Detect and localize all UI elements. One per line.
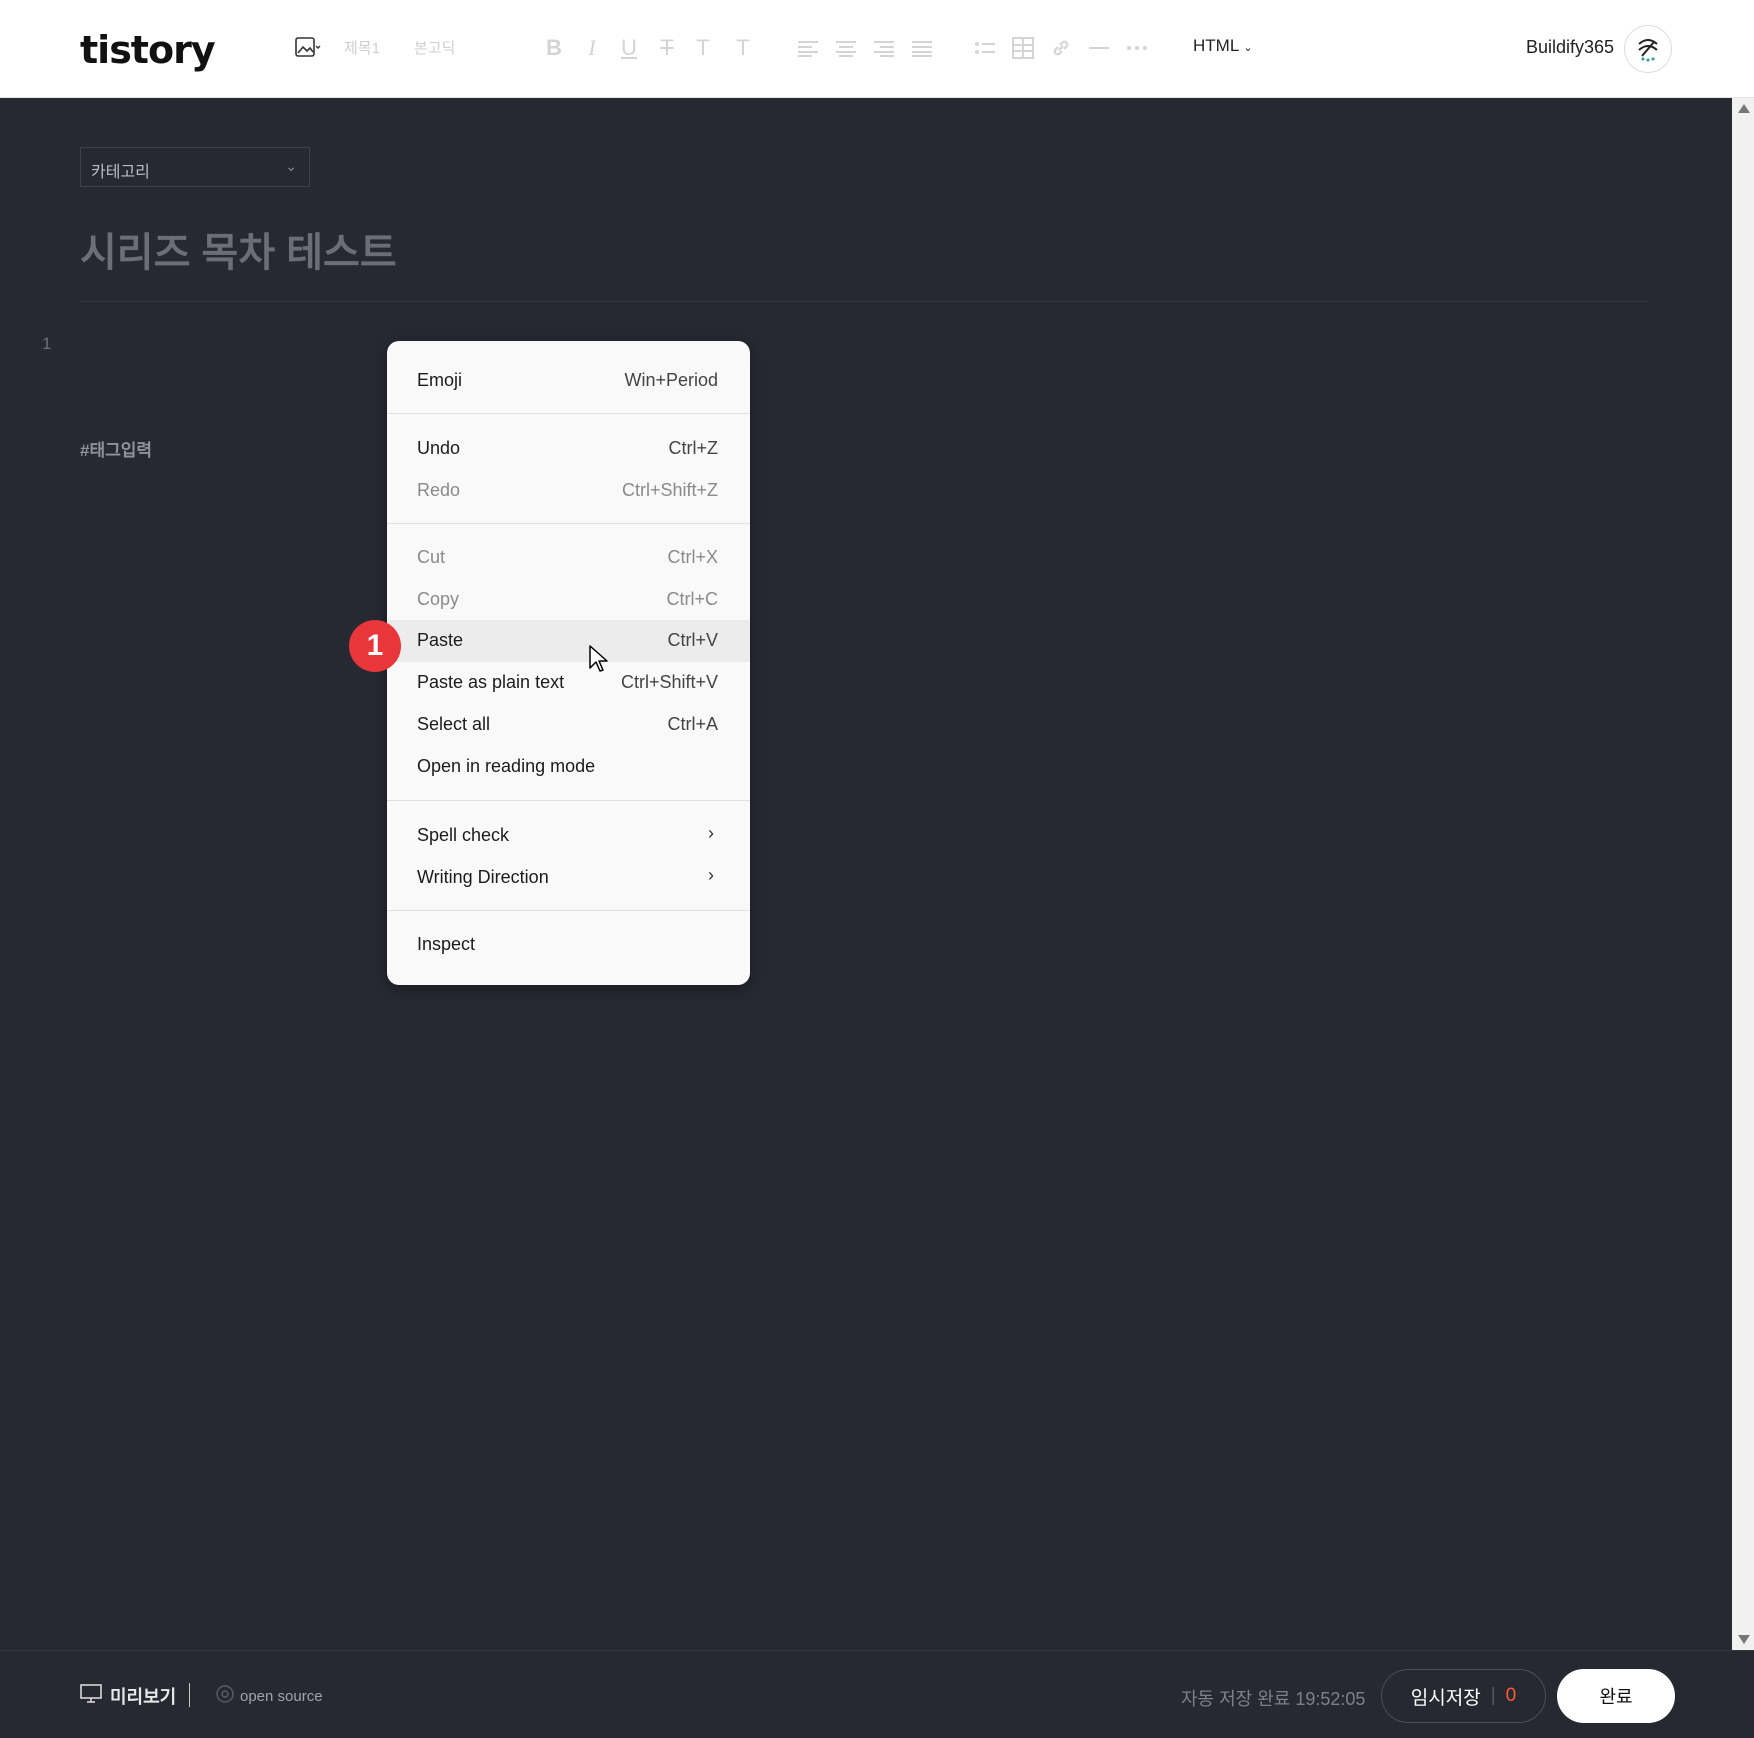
menu-item-shortcut: Ctrl+A	[667, 714, 718, 734]
step-badge: 1	[349, 620, 401, 672]
publish-button[interactable]: 완료	[1557, 1669, 1675, 1723]
menu-item-select-all[interactable]: Select all Ctrl+A	[387, 704, 750, 746]
menu-item-spell-check[interactable]: Spell check ›	[387, 815, 750, 857]
menu-item-writing-direction[interactable]: Writing Direction ›	[387, 857, 750, 899]
chevron-down-icon: ⌄	[1243, 42, 1253, 54]
chevron-right-icon: ›	[708, 823, 714, 843]
editor-mode-select[interactable]: HTML ⌄	[1193, 36, 1253, 56]
menu-item-inspect[interactable]: Inspect	[387, 924, 750, 966]
align-justify-icon[interactable]	[910, 36, 934, 60]
menu-separator	[387, 910, 750, 911]
menu-item-shortcut: Ctrl+Z	[668, 438, 719, 458]
menu-item-label: Spell check	[417, 825, 510, 845]
menu-separator	[387, 523, 750, 524]
menu-item-label: Inspect	[417, 934, 476, 954]
user-name[interactable]: Buildify365	[1526, 37, 1614, 58]
align-center-icon[interactable]	[834, 36, 858, 60]
align-left-icon[interactable]	[796, 36, 820, 60]
image-insert-icon[interactable]	[290, 36, 326, 60]
link-icon[interactable]	[1049, 36, 1073, 60]
menu-item-paste-plain[interactable]: Paste as plain text Ctrl+Shift+V	[387, 662, 750, 704]
open-source-label: open source	[240, 1687, 323, 1705]
category-label: 카테고리	[91, 164, 150, 181]
table-icon[interactable]	[1011, 36, 1035, 60]
menu-item-emoji[interactable]: Emoji Win+Period	[387, 360, 750, 402]
editor-mode-label: HTML	[1193, 36, 1239, 55]
line-number: 1	[42, 334, 52, 353]
underline-icon[interactable]: U	[618, 35, 640, 60]
draft-count: 0	[1505, 1685, 1517, 1706]
monitor-icon	[80, 1683, 102, 1709]
menu-item-label: Open in reading mode	[417, 756, 596, 776]
save-draft-label: 임시저장	[1410, 1687, 1481, 1709]
open-source-link[interactable]: open source	[216, 1685, 323, 1707]
menu-separator	[387, 800, 750, 801]
menu-item-label: Emoji	[417, 370, 463, 390]
menu-item-label: Redo	[417, 480, 461, 500]
more-icon[interactable]	[1125, 36, 1149, 60]
draft-separator: |	[1490, 1685, 1496, 1706]
text-color-icon[interactable]: T	[692, 35, 714, 60]
vertical-scrollbar[interactable]	[1732, 98, 1754, 1650]
menu-item-paste[interactable]: Paste Ctrl+V	[387, 620, 750, 662]
preview-label: 미리보기	[110, 1687, 177, 1707]
scroll-up-icon[interactable]	[1738, 104, 1750, 113]
strikethrough-icon[interactable]: T	[656, 35, 678, 60]
context-menu: Emoji Win+Period Undo Ctrl+Z Redo Ctrl+S…	[387, 341, 750, 985]
editor-footer: 미리보기 open source 자동 저장 완료 19:52:05 임시저장 …	[0, 1650, 1754, 1738]
menu-item-label: Copy	[417, 589, 460, 609]
editor-header: tistory 제목1 본고딕 B I U T T T HTML ⌄ Build…	[0, 0, 1754, 98]
menu-item-label: Paste	[417, 630, 464, 650]
menu-item-copy[interactable]: Copy Ctrl+C	[387, 579, 750, 621]
italic-icon[interactable]: I	[581, 35, 603, 60]
chevron-right-icon: ›	[708, 865, 714, 885]
save-draft-button[interactable]: 임시저장 | 0	[1381, 1669, 1546, 1723]
footer-divider	[189, 1683, 190, 1707]
menu-item-shortcut: Ctrl+X	[667, 547, 718, 567]
menu-item-label: Paste as plain text	[417, 672, 565, 692]
chevron-down-icon: ⌄	[285, 158, 297, 174]
menu-item-cut[interactable]: Cut Ctrl+X	[387, 537, 750, 579]
avatar[interactable]	[1624, 25, 1672, 73]
tistory-logo[interactable]: tistory	[80, 28, 216, 72]
title-divider	[80, 301, 1650, 302]
menu-item-shortcut: Ctrl+Shift+Z	[621, 480, 718, 500]
menu-item-shortcut: Ctrl+Shift+V	[620, 672, 718, 692]
menu-item-reading-mode[interactable]: Open in reading mode	[387, 746, 750, 788]
category-select[interactable]: 카테고리 ⌄	[80, 147, 310, 187]
mouse-cursor-icon	[588, 644, 610, 679]
font-select[interactable]: 본고딕	[414, 37, 455, 58]
tag-input[interactable]: #태그입력	[80, 436, 152, 461]
background-color-icon[interactable]: T	[732, 35, 754, 60]
open-source-icon	[216, 1685, 234, 1707]
heading-select[interactable]: 제목1	[344, 37, 380, 58]
preview-button[interactable]: 미리보기	[80, 1683, 176, 1709]
align-right-icon[interactable]	[872, 36, 896, 60]
menu-item-shortcut: Win+Period	[624, 370, 718, 390]
autosave-status: 자동 저장 완료 19:52:05	[1181, 1689, 1366, 1709]
menu-item-shortcut: Ctrl+V	[667, 630, 718, 650]
editor-canvas[interactable]	[0, 98, 1732, 1650]
menu-item-undo[interactable]: Undo Ctrl+Z	[387, 428, 750, 470]
post-title[interactable]: 시리즈 목차 테스트	[80, 220, 397, 278]
menu-item-shortcut: Ctrl+C	[666, 589, 718, 609]
list-icon[interactable]	[973, 36, 997, 60]
horizontal-rule-icon[interactable]	[1087, 36, 1111, 60]
bold-icon[interactable]: B	[543, 35, 565, 60]
menu-item-label: Undo	[417, 438, 461, 458]
menu-item-label: Select all	[417, 714, 491, 734]
scroll-down-icon[interactable]	[1738, 1635, 1750, 1644]
menu-separator	[387, 413, 750, 414]
menu-item-redo[interactable]: Redo Ctrl+Shift+Z	[387, 470, 750, 512]
menu-item-label: Cut	[417, 547, 446, 567]
menu-item-label: Writing Direction	[417, 867, 549, 887]
